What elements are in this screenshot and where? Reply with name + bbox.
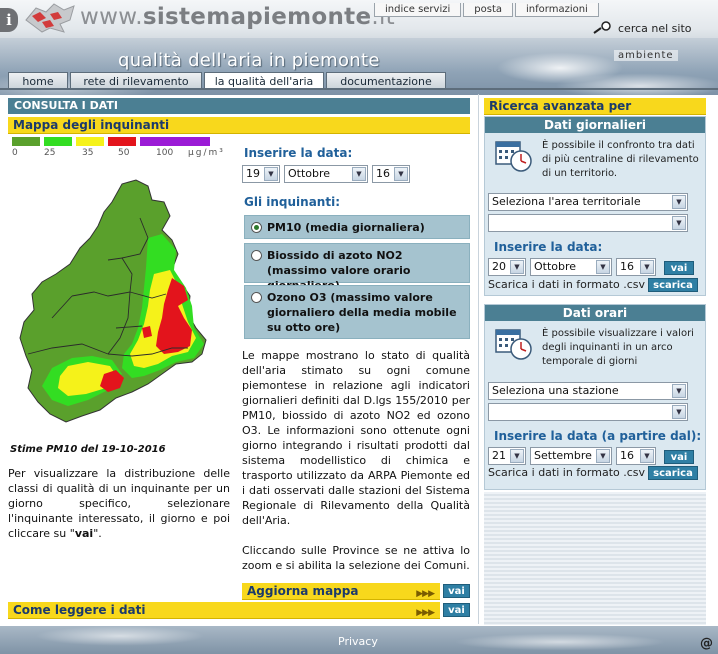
daily-download-button[interactable]: scarica xyxy=(648,278,698,292)
hourly-data-title: Dati orari xyxy=(485,305,705,321)
decorative-panel xyxy=(484,492,706,625)
hourly-day-select[interactable]: 21 ▼ xyxy=(488,447,526,465)
chevron-down-icon: ▼ xyxy=(672,195,686,209)
map-section-bar: Mappa degli inquinanti xyxy=(8,117,470,134)
legend-swatch-25-35 xyxy=(44,137,72,146)
pollutant-option-pm10[interactable]: PM10 (media giornaliera) xyxy=(244,215,470,239)
area-select[interactable]: Seleziona l'area territoriale ▼ xyxy=(488,193,688,211)
chevron-down-icon: ▼ xyxy=(672,216,686,230)
chevron-down-icon: ▼ xyxy=(510,260,524,274)
chevron-down-icon: ▼ xyxy=(596,260,610,274)
daily-data-title: Dati giornalieri xyxy=(485,117,705,133)
legend-swatch-35-50 xyxy=(76,137,104,146)
legend-label: 100 xyxy=(156,148,174,158)
radio-icon[interactable] xyxy=(251,292,262,303)
consulta-dati-title: CONSULTA I DATI xyxy=(8,98,470,114)
column-divider xyxy=(478,94,479,624)
hourly-month-select[interactable]: Settembre ▼ xyxy=(530,447,612,465)
map-legend: 0 25 35 50 100 μg/m³ xyxy=(12,137,228,162)
site-search[interactable]: cerca nel sito xyxy=(592,21,692,35)
calendar-clock-icon xyxy=(495,141,532,172)
month-select[interactable]: Ottobre ▼ xyxy=(284,165,368,183)
map-caption: Stime PM10 del 19-10-2016 xyxy=(10,444,166,455)
triple-arrow-icon: ▶▶▶ xyxy=(416,589,435,599)
calendar-clock-icon xyxy=(495,329,532,360)
update-map-bar[interactable]: Aggiorna mappa ▶▶▶ xyxy=(242,583,440,600)
daily-year-select[interactable]: 16 ▼ xyxy=(616,258,656,276)
chevron-down-icon: ▼ xyxy=(352,167,366,181)
search-label[interactable]: cerca nel sito xyxy=(618,22,692,35)
hourly-description: È possibile visualizzare i valori degli … xyxy=(542,328,694,367)
piemonte-pollution-map[interactable] xyxy=(12,178,222,440)
top-link-informazioni[interactable]: informazioni xyxy=(515,3,599,17)
station-select[interactable]: Seleziona una stazione ▼ xyxy=(488,382,688,400)
top-links: indice servizi posta informazioni xyxy=(374,3,601,17)
pollutant-option-no2[interactable]: Biossido di azoto NO2 (massimo valore or… xyxy=(244,243,470,292)
radio-selected-icon[interactable] xyxy=(251,222,262,233)
info-icon[interactable]: i xyxy=(0,8,18,32)
legend-swatch-50-100 xyxy=(108,137,136,146)
chevron-down-icon: ▼ xyxy=(596,449,610,463)
legend-label: 50 xyxy=(118,148,130,158)
daily-download-text: Scarica i dati in formato .csv xyxy=(488,278,646,291)
legend-label: 0 xyxy=(12,148,18,158)
instructions-text: Per visualizzare la distribuzione delle … xyxy=(8,467,230,540)
map-description: Le mappe mostrano lo stato di qualità de… xyxy=(242,349,470,527)
update-map-button[interactable]: vai xyxy=(443,584,470,598)
chevron-down-icon: ▼ xyxy=(672,405,686,419)
legend-unit: μg/m³ xyxy=(188,148,225,158)
privacy-link[interactable]: Privacy xyxy=(338,635,378,648)
pollutant-option-o3[interactable]: Ozono O3 (massimo valore giornaliero del… xyxy=(244,285,470,339)
hourly-year-select[interactable]: 16 ▼ xyxy=(616,447,656,465)
email-icon[interactable]: @ xyxy=(700,636,713,651)
page-title: qualità dell'aria in piemonte xyxy=(118,50,380,71)
site-name[interactable]: www.sistemapiemonte.it xyxy=(80,4,395,30)
station-sub-select[interactable]: ▼ xyxy=(488,403,688,421)
triple-arrow-icon: ▶▶▶ xyxy=(416,608,435,618)
legend-label: 25 xyxy=(44,148,56,158)
daily-description: È possibile il confronto tra dati di più… xyxy=(542,140,699,179)
how-to-read-button[interactable]: vai xyxy=(443,603,470,617)
year-select[interactable]: 16 ▼ xyxy=(372,165,410,183)
advanced-search-title: Ricerca avanzata per centraline xyxy=(484,98,706,129)
chevron-down-icon: ▼ xyxy=(394,167,408,181)
legend-swatch-0-25 xyxy=(12,137,40,146)
daily-go-button[interactable]: vai xyxy=(664,261,694,275)
piemonte-logo-icon[interactable] xyxy=(24,2,76,34)
daily-month-select[interactable]: Ottobre ▼ xyxy=(530,258,612,276)
nav-divider xyxy=(0,88,718,90)
day-select[interactable]: 19 ▼ xyxy=(242,165,280,183)
radio-icon[interactable] xyxy=(251,250,262,261)
hourly-download-text: Scarica i dati in formato .csv xyxy=(488,466,646,479)
top-link-posta[interactable]: posta xyxy=(463,3,514,17)
area-sub-select[interactable]: ▼ xyxy=(488,214,688,232)
zoom-hint: Cliccando sulle Province se ne attiva lo… xyxy=(242,544,470,572)
daily-date-label: Inserire la data: xyxy=(494,240,603,254)
top-link-indice-servizi[interactable]: indice servizi xyxy=(374,3,462,17)
daily-day-select[interactable]: 20 ▼ xyxy=(488,258,526,276)
chevron-down-icon: ▼ xyxy=(640,260,654,274)
date-label: Inserire la data: xyxy=(244,146,353,160)
chevron-down-icon: ▼ xyxy=(672,384,686,398)
search-icon[interactable] xyxy=(592,21,614,35)
hourly-go-button[interactable]: vai xyxy=(664,450,694,464)
chevron-down-icon: ▼ xyxy=(640,449,654,463)
legend-label: 35 xyxy=(82,148,94,158)
pollutants-label: Gli inquinanti: xyxy=(244,195,340,209)
how-to-read-bar[interactable]: Come leggere i dati ▶▶▶ xyxy=(8,602,440,619)
hourly-date-label: Inserire la data (a partire dal): xyxy=(494,429,702,443)
chevron-down-icon: ▼ xyxy=(264,167,278,181)
section-label: ambiente xyxy=(614,50,678,61)
legend-swatch-over-100 xyxy=(140,137,210,146)
chevron-down-icon: ▼ xyxy=(510,449,524,463)
hourly-download-button[interactable]: scarica xyxy=(648,466,698,480)
